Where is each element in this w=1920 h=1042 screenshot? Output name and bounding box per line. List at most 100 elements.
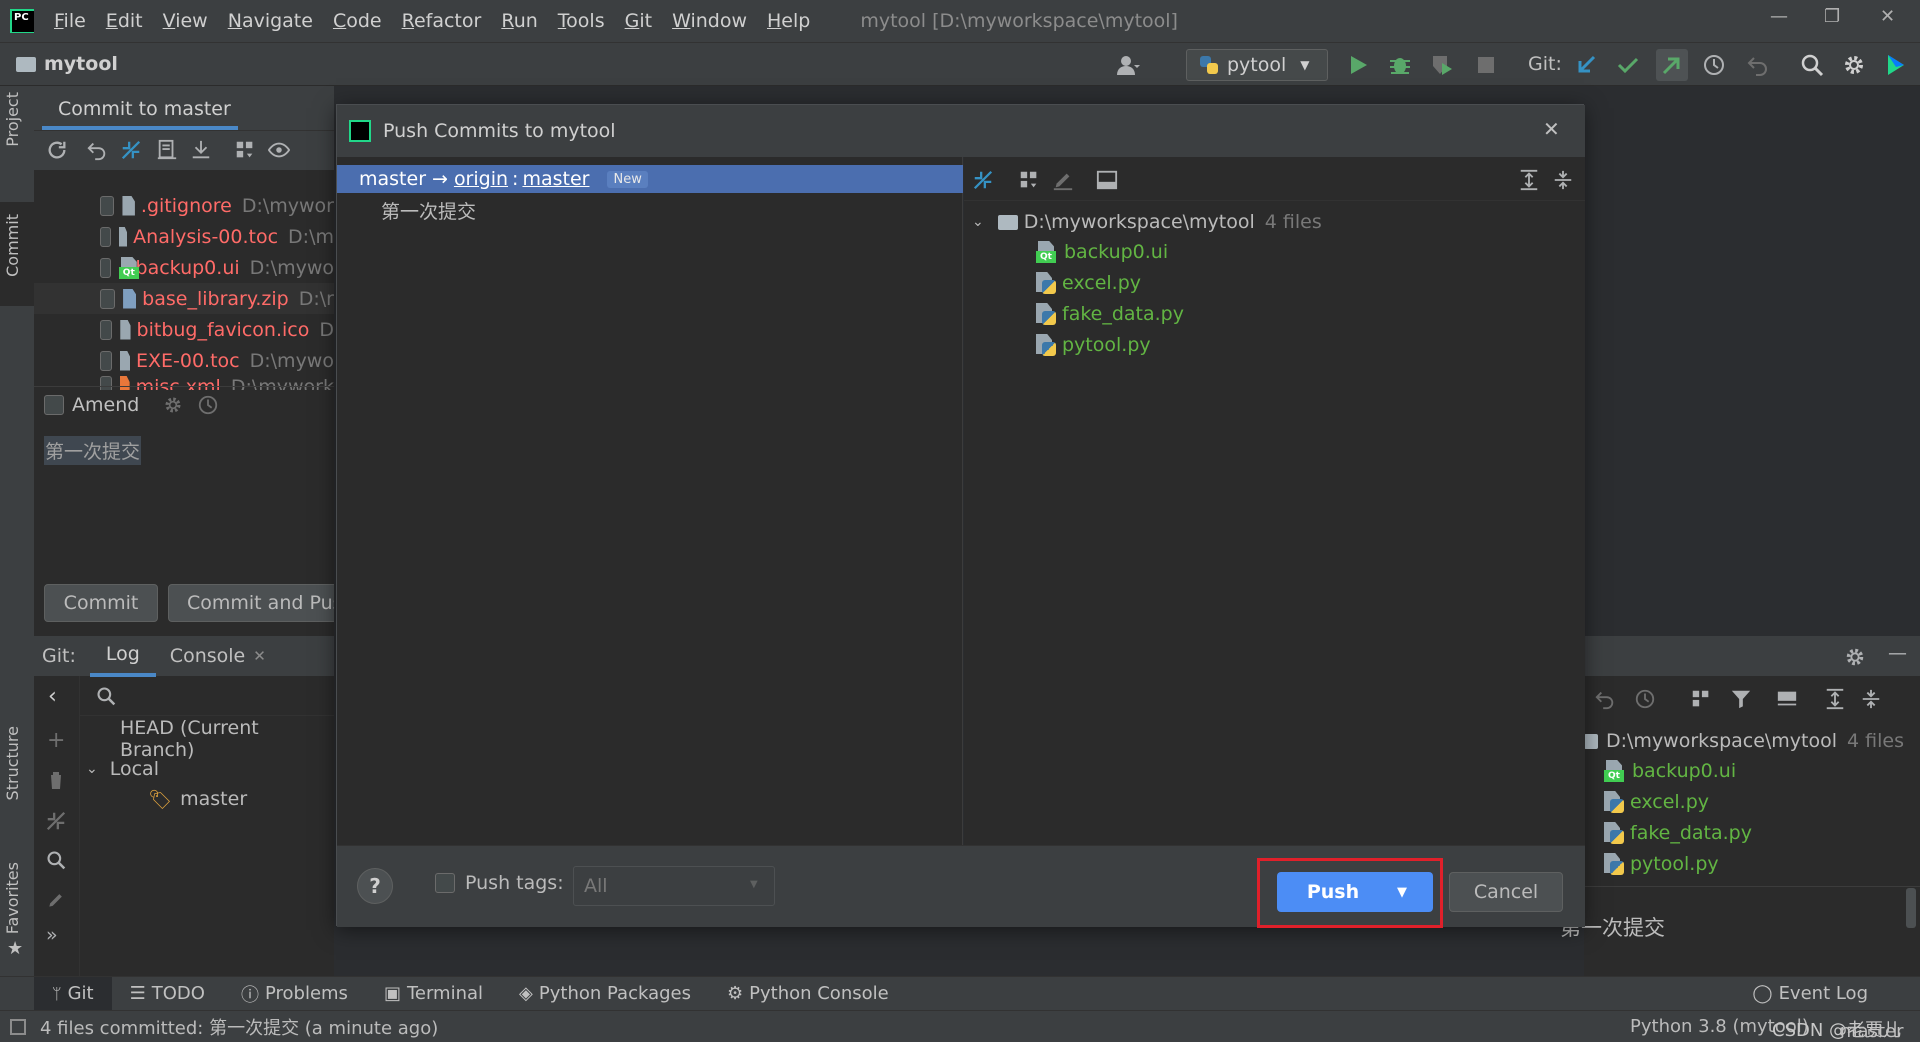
collapse-all-icon[interactable]	[1552, 169, 1574, 191]
update-project-icon[interactable]	[1574, 53, 1598, 77]
breadcrumb[interactable]: mytool	[16, 53, 118, 75]
list-item[interactable]: Analysis-00.toc D:\m	[34, 221, 334, 252]
rollback-icon[interactable]	[1594, 688, 1616, 710]
list-item[interactable]: EXE-00.toc D:\mywo	[34, 345, 334, 376]
diff-icon[interactable]	[972, 169, 994, 191]
menu-navigate[interactable]: Navigate	[228, 10, 313, 32]
collapse-all-icon[interactable]	[1860, 688, 1882, 710]
filter-icon[interactable]	[1730, 688, 1752, 710]
menu-refactor[interactable]: Refactor	[402, 10, 482, 32]
preview-diff-icon[interactable]	[1096, 169, 1118, 191]
diff-icon[interactable]	[120, 139, 142, 161]
tab-console[interactable]: Console	[170, 645, 245, 667]
add-icon[interactable]: +	[47, 728, 65, 753]
history-icon[interactable]	[1702, 53, 1726, 77]
restore-icon[interactable]: ❐	[1824, 6, 1840, 27]
file-checkbox[interactable]	[100, 226, 111, 247]
amend-checkbox[interactable]	[44, 394, 64, 415]
commit-tool-tab[interactable]: Commit	[3, 214, 22, 277]
tool-tab-python-packages[interactable]: ◈ Python Packages	[501, 977, 709, 1011]
delete-icon[interactable]	[47, 770, 65, 790]
menu-view[interactable]: View	[163, 10, 208, 32]
list-item[interactable]: backup0.ui D:\mywo	[34, 252, 334, 283]
list-item[interactable]: excel.py	[1604, 787, 1709, 817]
tool-tab-todo[interactable]: ☰ TODO	[112, 977, 223, 1011]
branch-search-input[interactable]	[80, 676, 334, 716]
push-tags-checkbox[interactable]	[435, 873, 455, 893]
close-icon[interactable]: ✕	[1543, 117, 1560, 141]
menu-edit[interactable]: Edit	[106, 10, 143, 32]
download-icon[interactable]	[190, 139, 212, 161]
menu-file[interactable]: File	[54, 10, 86, 32]
expand-all-icon[interactable]	[1824, 688, 1846, 710]
history-icon[interactable]	[197, 394, 219, 416]
changes-root-node[interactable]: ⌄ D:\myworkspace\mytool 4 files	[972, 207, 1322, 237]
minimize-icon[interactable]: —	[1770, 6, 1788, 27]
minimize-panel-icon[interactable]: —	[1888, 642, 1907, 664]
more-icon[interactable]: »	[46, 924, 58, 946]
menu-window[interactable]: Window	[672, 10, 747, 32]
compare-icon[interactable]	[45, 810, 67, 832]
commit-and-push-button[interactable]: Commit and Push	[168, 584, 334, 622]
list-item[interactable]: backup0.ui	[1604, 756, 1736, 786]
run-icon[interactable]	[1346, 53, 1370, 77]
search-icon[interactable]	[46, 850, 66, 870]
list-item[interactable]: pytool.py	[1604, 849, 1719, 879]
settings-gear-icon[interactable]	[1842, 53, 1866, 77]
chevron-down-icon[interactable]: ▼	[1397, 885, 1407, 900]
eye-icon[interactable]	[268, 139, 290, 161]
refresh-icon[interactable]	[46, 139, 68, 161]
edit-icon[interactable]	[46, 890, 66, 910]
stop-icon[interactable]	[1474, 53, 1498, 77]
commit-row[interactable]: 第一次提交	[381, 195, 476, 225]
search-icon[interactable]	[1800, 53, 1824, 77]
file-checkbox[interactable]	[100, 288, 116, 309]
commit-check-icon[interactable]	[1616, 53, 1640, 77]
group-by-icon[interactable]	[1018, 169, 1040, 191]
toggle-tool-windows-icon[interactable]	[10, 1018, 26, 1035]
cancel-button[interactable]: Cancel	[1449, 872, 1563, 912]
file-checkbox[interactable]	[100, 319, 113, 340]
list-item[interactable]: base_library.zip D:\r	[34, 283, 334, 314]
target-branch-link[interactable]: master	[522, 168, 589, 190]
user-icon[interactable]	[1116, 53, 1140, 77]
jetbrains-toolbox-icon[interactable]	[1884, 53, 1908, 77]
coverage-icon[interactable]	[1430, 53, 1454, 77]
close-tab-icon[interactable]: ✕	[253, 647, 266, 665]
scrollbar[interactable]	[1906, 888, 1916, 928]
settings-gear-icon[interactable]	[163, 395, 183, 415]
file-checkbox[interactable]	[100, 257, 111, 278]
remote-link[interactable]: origin	[454, 168, 508, 190]
file-checkbox[interactable]	[100, 195, 115, 216]
group-by-icon[interactable]	[1690, 688, 1712, 710]
push-tags-select[interactable]: All ▼	[573, 866, 775, 906]
structure-tool-tab[interactable]: Structure	[3, 726, 22, 800]
tool-tab-python-console[interactable]: ⚙ Python Console	[709, 977, 907, 1011]
list-item[interactable]: excel.py	[1036, 268, 1141, 298]
commit-message-input[interactable]: 第一次提交	[44, 436, 142, 465]
list-item[interactable]: pytool.py	[1036, 330, 1151, 360]
list-item[interactable]: bitbug_favicon.ico D	[34, 314, 334, 345]
menu-tools[interactable]: Tools	[558, 10, 605, 32]
favorites-tool-tab[interactable]: Favorites	[3, 862, 22, 934]
menu-code[interactable]: Code	[333, 10, 382, 32]
list-item[interactable]: fake_data.py	[1036, 299, 1184, 329]
local-branches-node[interactable]: ⌄ Local	[86, 754, 159, 784]
group-by-icon[interactable]	[234, 139, 256, 161]
close-window-icon[interactable]: ✕	[1880, 6, 1895, 27]
tool-tab-git[interactable]: ᛘ Git	[34, 976, 112, 1011]
rollback-icon[interactable]	[1746, 53, 1770, 77]
changes-root-node[interactable]: D:\myworkspace\mytool 4 files	[1584, 726, 1904, 756]
run-configuration-select[interactable]: pytool ▼	[1186, 49, 1328, 81]
menu-git[interactable]: Git	[625, 10, 652, 32]
file-checkbox[interactable]	[100, 350, 112, 371]
settings-gear-icon[interactable]	[1844, 646, 1866, 668]
history-icon[interactable]	[1634, 688, 1656, 710]
list-item[interactable]: backup0.ui	[1036, 237, 1168, 267]
push-button[interactable]: Push ▼	[1277, 872, 1433, 912]
list-item[interactable]: .gitignore D:\mywor	[34, 190, 334, 221]
commit-button[interactable]: Commit	[44, 584, 158, 622]
tab-log[interactable]: Log	[89, 635, 156, 677]
tool-tab-event-log[interactable]: ◯ Event Log	[1734, 977, 1886, 1011]
tool-tab-problems[interactable]: ⓘ Problems	[223, 977, 366, 1011]
